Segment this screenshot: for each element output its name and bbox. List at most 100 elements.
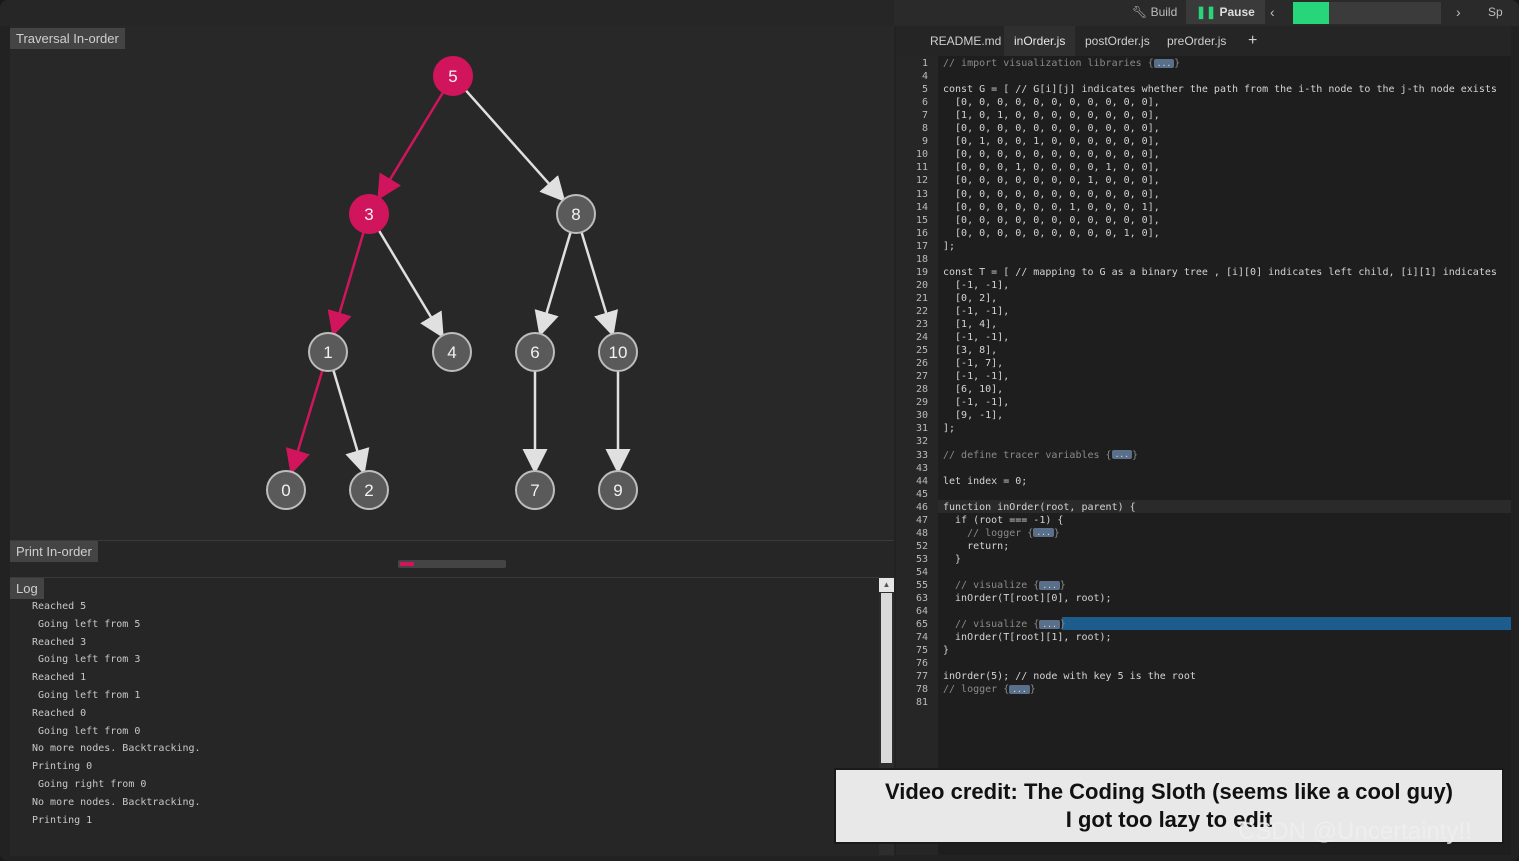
tree-node: 3 xyxy=(349,194,389,234)
log-line: Reached 3 xyxy=(32,636,87,648)
code-line[interactable]: [0, 0, 0, 0, 0, 0, 0, 0, 0, 0, 0], xyxy=(943,215,1160,226)
code-line[interactable]: [-1, -1], xyxy=(943,306,1009,317)
code-line[interactable]: } xyxy=(943,645,949,656)
tree-node-label: 6 xyxy=(530,343,539,362)
pause-button[interactable]: ❚❚ Pause xyxy=(1186,0,1265,24)
code-line[interactable]: inOrder(5); // node with key 5 is the ro… xyxy=(943,671,1196,682)
code-line[interactable]: // define tracer variables {...} xyxy=(943,450,1138,461)
code-line[interactable]: [9, -1], xyxy=(943,410,1003,421)
line-number: 14 xyxy=(915,201,928,213)
log-line: No more nodes. Backtracking. xyxy=(32,796,201,808)
code-line[interactable]: let index = 0; xyxy=(943,476,1027,487)
fold-marker-icon[interactable]: ... xyxy=(1039,619,1060,629)
code-line[interactable]: ]; xyxy=(943,423,955,434)
code-text: [1, 4], xyxy=(943,319,998,330)
line-number: 48 xyxy=(915,527,928,539)
code-line[interactable]: [0, 0, 0, 0, 0, 0, 0, 1, 0, 0, 0], xyxy=(943,175,1160,186)
log-scrollbar-thumb[interactable] xyxy=(881,593,892,763)
code-line[interactable]: [3, 8], xyxy=(943,345,997,356)
tab-preorder[interactable]: preOrder.js xyxy=(1157,26,1236,56)
code-text: return; xyxy=(943,540,1010,552)
line-number: 45 xyxy=(915,488,928,500)
code-line[interactable]: function inOrder(root, parent) { xyxy=(943,502,1136,513)
line-number: 55 xyxy=(915,580,928,591)
code-text: // import visualization libraries { xyxy=(943,58,1154,69)
line-number: 65 xyxy=(915,619,928,631)
code-text: [0, 1, 0, 0, 1, 0, 0, 0, 0, 0, 0], xyxy=(943,136,1160,148)
code-line[interactable]: [-1, 7], xyxy=(943,358,1003,369)
tree-edge xyxy=(464,89,566,203)
line-number: 63 xyxy=(915,593,928,605)
code-line[interactable]: [-1, -1], xyxy=(943,332,1009,343)
code-line[interactable]: const T = [ // mapping to G as a binary … xyxy=(943,267,1497,278)
code-line[interactable]: inOrder(T[root][1], root); xyxy=(943,632,1112,643)
code-line[interactable]: [1, 0, 1, 0, 0, 0, 0, 0, 0, 0, 0], xyxy=(943,110,1160,121)
tree-node: 7 xyxy=(515,470,555,510)
fold-marker-icon[interactable]: ... xyxy=(1033,528,1054,538)
build-button[interactable]: 🔧︎ Build xyxy=(1132,0,1177,24)
code-line[interactable]: // logger {...} xyxy=(943,528,1060,539)
code-line[interactable]: [0, 2], xyxy=(943,293,997,304)
progress-slider[interactable] xyxy=(1329,2,1441,24)
code-line[interactable]: [0, 0, 0, 0, 0, 0, 0, 0, 0, 0, 0], xyxy=(943,123,1160,134)
fold-close-brace: } xyxy=(1174,58,1181,69)
fold-close-brace: } xyxy=(1059,580,1066,591)
line-number: 4 xyxy=(921,71,928,83)
speed-label[interactable]: Sp xyxy=(1488,0,1503,24)
code-line[interactable]: [0, 0, 0, 0, 0, 0, 0, 0, 0, 1, 0], xyxy=(943,228,1160,239)
code-text: inOrder(T[root][0], root); xyxy=(943,593,1112,605)
log-line: No more nodes. Backtracking. xyxy=(32,743,201,755)
code-line[interactable]: inOrder(T[root][0], root); xyxy=(943,593,1112,604)
line-number: 23 xyxy=(915,319,928,330)
add-tab-button[interactable]: + xyxy=(1238,26,1267,56)
tree-node: 9 xyxy=(598,470,638,510)
code-line[interactable]: [0, 1, 0, 0, 1, 0, 0, 0, 0, 0, 0], xyxy=(943,136,1160,147)
line-number: 21 xyxy=(915,292,928,304)
code-line[interactable]: [0, 0, 0, 0, 0, 0, 0, 0, 0, 0, 0], xyxy=(943,189,1160,200)
tree-node: 2 xyxy=(349,470,389,510)
code-line[interactable]: // import visualization libraries {...} xyxy=(943,58,1180,69)
line-number: 13 xyxy=(915,188,928,200)
code-text: // logger { xyxy=(943,527,1034,539)
code-line[interactable]: } xyxy=(943,554,961,565)
tree-edge xyxy=(580,231,619,337)
fold-marker-icon[interactable]: ... xyxy=(1009,684,1030,694)
tree-node: 4 xyxy=(432,332,472,372)
fold-marker-icon[interactable]: ... xyxy=(1153,58,1175,68)
code-text: function inOrder(root, parent) { xyxy=(943,501,1136,513)
log-line: Printing 1 xyxy=(32,814,93,826)
code-text: [-1, -1], xyxy=(943,279,1010,291)
code-line[interactable]: [-1, -1], xyxy=(943,280,1009,291)
tab-readme[interactable]: README.md xyxy=(920,26,1011,56)
line-number: 33 xyxy=(915,449,928,461)
code-line[interactable]: [-1, -1], xyxy=(943,371,1009,382)
tab-inorder[interactable]: inOrder.js xyxy=(1004,26,1076,56)
code-line[interactable]: // logger {...} xyxy=(943,684,1036,695)
code-line[interactable]: [-1, -1], xyxy=(943,397,1009,408)
code-line[interactable]: [0, 0, 0, 0, 0, 0, 0, 0, 0, 0, 0], xyxy=(943,97,1160,108)
line-number: 43 xyxy=(915,462,928,474)
tree-edge xyxy=(377,229,444,339)
code-line[interactable]: ]; xyxy=(943,241,955,252)
fold-marker-icon[interactable]: ... xyxy=(1039,580,1060,590)
pause-icon: ❚❚ xyxy=(1196,5,1217,19)
code-line[interactable]: [0, 0, 0, 0, 0, 0, 1, 0, 0, 0, 1], xyxy=(943,202,1160,213)
line-number: 53 xyxy=(915,553,928,565)
code-line[interactable]: [0, 0, 0, 1, 0, 0, 0, 0, 1, 0, 0], xyxy=(943,162,1160,173)
code-line[interactable]: [1, 4], xyxy=(943,319,997,330)
fold-marker-icon[interactable]: ... xyxy=(1111,450,1133,459)
code-line[interactable]: // visualize {...} xyxy=(943,619,1066,630)
code-text: [-1, -1], xyxy=(943,332,1010,344)
chevron-right-icon[interactable]: › xyxy=(1456,0,1461,24)
code-line[interactable]: [6, 10], xyxy=(943,384,1003,395)
tab-postorder[interactable]: postOrder.js xyxy=(1075,26,1160,56)
line-number: 15 xyxy=(915,214,928,226)
scroll-up-icon[interactable]: ▲ xyxy=(879,578,894,592)
code-line[interactable]: return; xyxy=(943,541,1009,552)
code-line[interactable]: [0, 0, 0, 0, 0, 0, 0, 0, 0, 0, 0], xyxy=(943,149,1160,160)
selection-highlight xyxy=(1062,617,1511,630)
code-line[interactable]: // visualize {...} xyxy=(943,580,1066,591)
code-line[interactable]: const G = [ // G[i][j] indicates whether… xyxy=(943,84,1497,95)
code-line[interactable]: if (root === -1) { xyxy=(943,515,1063,526)
chevron-left-icon[interactable]: ‹ xyxy=(1270,0,1275,24)
